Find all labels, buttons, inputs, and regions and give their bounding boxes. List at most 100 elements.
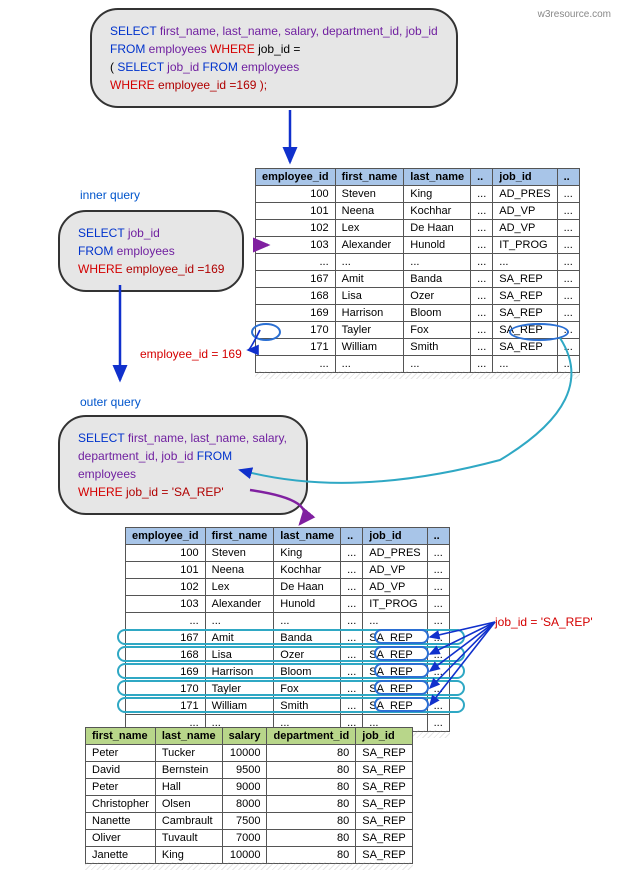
table-cell: Alexander (335, 237, 404, 254)
table-cell: 80 (267, 813, 356, 830)
employees-table-1: employee_idfirst_namelast_name..job_id..… (255, 168, 580, 373)
table-cell: IT_PROG (363, 596, 427, 613)
table-cell: SA_REP (493, 339, 557, 356)
table-cell: King (155, 847, 222, 864)
inner-query-label: inner query (80, 188, 140, 202)
table-cell: 8000 (222, 796, 267, 813)
table-cell: ... (427, 596, 449, 613)
table-row: .................. (256, 254, 580, 271)
table-cell: Steven (335, 186, 404, 203)
table-cell: 101 (126, 562, 206, 579)
table-cell: ... (427, 698, 449, 715)
where-condition: job_id = 'SA_REP' (126, 485, 224, 499)
table-cell: 171 (256, 339, 336, 356)
table-cell: Lex (335, 220, 404, 237)
table-cell: Smith (274, 698, 341, 715)
keyword-select: SELECT (78, 226, 124, 240)
table-cell: 103 (126, 596, 206, 613)
table-cell: 170 (126, 681, 206, 698)
table-cell: ... (205, 613, 274, 630)
table-cell: Tucker (155, 745, 222, 762)
where-condition: job_id = (258, 42, 300, 56)
table-cell: ... (335, 356, 404, 373)
table-cell: 7000 (222, 830, 267, 847)
table-cell: SA_REP (363, 664, 427, 681)
table-cell: SA_REP (493, 288, 557, 305)
table-cell: 169 (256, 305, 336, 322)
table-cell: De Haan (274, 579, 341, 596)
table-cell: ... (341, 562, 363, 579)
table-cell: Hunold (404, 237, 471, 254)
table-row: 102LexDe Haan...AD_VP... (126, 579, 450, 596)
table-cell: 7500 (222, 813, 267, 830)
table-cell: Kochhar (404, 203, 471, 220)
table-cell: Tayler (205, 681, 274, 698)
select-columns: job_id (128, 226, 160, 240)
table-cell: ... (341, 545, 363, 562)
table-cell: 169 (126, 664, 206, 681)
table-cell: 102 (256, 220, 336, 237)
table-cell: ... (363, 613, 427, 630)
table-cell: Cambrault (155, 813, 222, 830)
table-cell: Peter (86, 779, 156, 796)
table-cell: Steven (205, 545, 274, 562)
table-header: employee_id (126, 528, 206, 545)
table-cell: Bloom (274, 664, 341, 681)
table-row: 168LisaOzer...SA_REP... (256, 288, 580, 305)
table-cell: ... (256, 254, 336, 271)
table-cell: ... (427, 613, 449, 630)
table-header: .. (557, 169, 579, 186)
keyword-select: SELECT (110, 24, 156, 38)
table-row: 171WilliamSmith...SA_REP... (126, 698, 450, 715)
table-cell: SA_REP (493, 305, 557, 322)
table-cell: 9000 (222, 779, 267, 796)
table-row: OliverTuvault700080SA_REP (86, 830, 413, 847)
table-cell: Harrison (335, 305, 404, 322)
table-cell: ... (471, 220, 493, 237)
table-cell: ... (557, 186, 579, 203)
table-row: PeterTucker1000080SA_REP (86, 745, 413, 762)
table-cell: ... (274, 613, 341, 630)
table-cell: Alexander (205, 596, 274, 613)
table-cell: SA_REP (493, 271, 557, 288)
table-cell: SA_REP (363, 647, 427, 664)
table-cell: ... (427, 664, 449, 681)
table-cell: SA_REP (356, 762, 412, 779)
table-cell: Ozer (404, 288, 471, 305)
table-cell: William (205, 698, 274, 715)
job-id-label: job_id = 'SA_REP' (495, 615, 593, 629)
table-header: department_id (267, 728, 356, 745)
table-cell: AD_VP (493, 203, 557, 220)
table-header: job_id (493, 169, 557, 186)
table-cell: 80 (267, 745, 356, 762)
table-cell: ... (557, 339, 579, 356)
table-cell: SA_REP (363, 698, 427, 715)
table-cell: ... (557, 288, 579, 305)
table-cell: Bernstein (155, 762, 222, 779)
table-row: DavidBernstein950080SA_REP (86, 762, 413, 779)
table-cell: Janette (86, 847, 156, 864)
table-cell: 100 (126, 545, 206, 562)
table-cell: ... (427, 562, 449, 579)
table-cell: King (404, 186, 471, 203)
table-cell: Christopher (86, 796, 156, 813)
table-cell: SA_REP (356, 813, 412, 830)
table-cell: Hall (155, 779, 222, 796)
keyword-select: SELECT (78, 431, 124, 445)
table-cell: 100 (256, 186, 336, 203)
table-cell: Peter (86, 745, 156, 762)
table-cell: Lex (205, 579, 274, 596)
where-condition: employee_id =169 ); (158, 78, 267, 92)
table-cell: ... (126, 613, 206, 630)
table-cell: SA_REP (493, 322, 557, 339)
table-row: 103AlexanderHunold...IT_PROG... (126, 596, 450, 613)
keyword-where: WHERE (78, 485, 123, 499)
table-header: job_id (363, 528, 427, 545)
table-cell: 167 (126, 630, 206, 647)
table-cell: ... (404, 254, 471, 271)
table-cell: ... (471, 254, 493, 271)
table-cell: SA_REP (356, 779, 412, 796)
table-cell: ... (557, 356, 579, 373)
table-cell: SA_REP (363, 630, 427, 647)
table-cell: King (274, 545, 341, 562)
